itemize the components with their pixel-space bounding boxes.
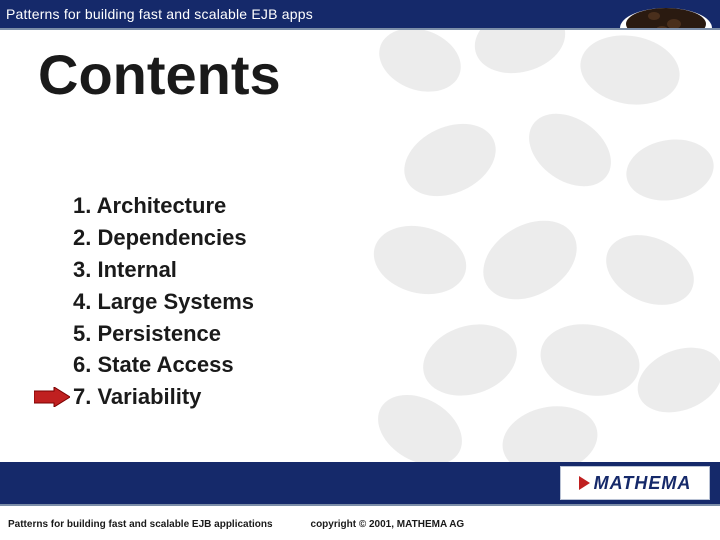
background-beans bbox=[360, 0, 720, 470]
toc-list: 1. Architecture2. Dependencies3. Interna… bbox=[73, 190, 254, 413]
logo-triangle-icon bbox=[579, 476, 590, 490]
header-underline bbox=[0, 28, 720, 30]
logo-label: MATHEMA bbox=[594, 473, 692, 494]
toc-item: 4. Large Systems bbox=[73, 286, 254, 318]
logo-text: MATHEMA bbox=[579, 473, 692, 494]
toc-item: 1. Architecture bbox=[73, 190, 254, 222]
footer-text: Patterns for building fast and scalable … bbox=[8, 519, 464, 530]
logo: MATHEMA bbox=[560, 466, 710, 500]
header-title: Patterns for building fast and scalable … bbox=[0, 6, 313, 22]
footer-copyright: copyright © 2001, MATHEMA AG bbox=[311, 519, 465, 530]
toc-item: 3. Internal bbox=[73, 254, 254, 286]
current-arrow-icon bbox=[34, 387, 70, 407]
coffee-cup-icon bbox=[610, 0, 720, 28]
toc-item: 5. Persistence bbox=[73, 318, 254, 350]
toc-item: 2. Dependencies bbox=[73, 222, 254, 254]
footer-left: Patterns for building fast and scalable … bbox=[8, 519, 273, 530]
page-title: Contents bbox=[38, 42, 281, 107]
toc-item: 7. Variability bbox=[73, 381, 254, 413]
toc-item: 6. State Access bbox=[73, 349, 254, 381]
